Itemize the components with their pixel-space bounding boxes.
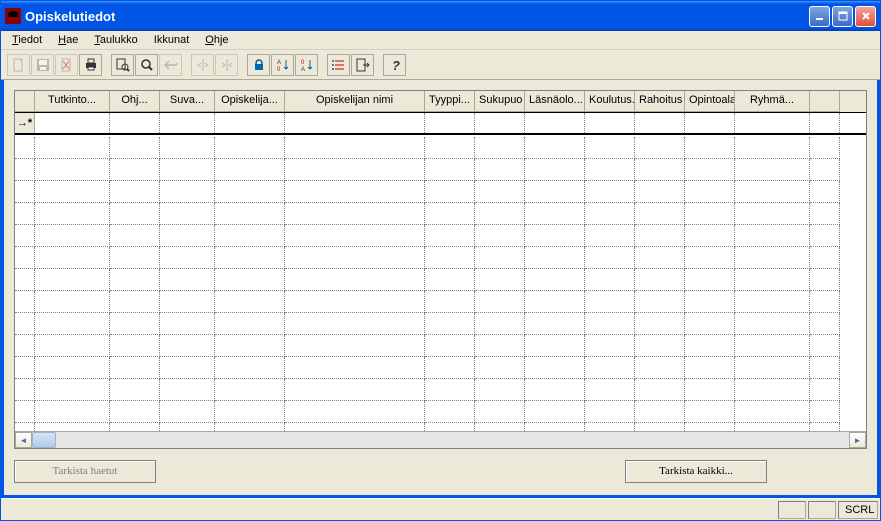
- exit-button[interactable]: [351, 54, 374, 76]
- svg-text:0: 0: [277, 67, 281, 73]
- menu-taulukko[interactable]: Taulukko: [87, 33, 144, 47]
- scroll-track[interactable]: [32, 432, 849, 448]
- edit-cell-6[interactable]: [425, 113, 475, 133]
- menu-ikkunat[interactable]: Ikkunat: [147, 33, 196, 47]
- edit-cell-13[interactable]: [810, 113, 840, 133]
- close-button[interactable]: [855, 6, 876, 27]
- column-header-5[interactable]: Opiskelijan nimi: [285, 91, 425, 112]
- horizontal-scrollbar[interactable]: ◄ ►: [15, 431, 866, 448]
- grid-header: Tutkinto...Ohj...Suva...Opiskelija...Opi…: [15, 91, 866, 113]
- column-header-2[interactable]: Ohj...: [110, 91, 160, 112]
- indent-in-button[interactable]: [215, 54, 238, 76]
- grid-edit-row[interactable]: →*: [15, 113, 866, 135]
- print-button[interactable]: [79, 54, 102, 76]
- column-header-0[interactable]: [15, 91, 35, 112]
- column-header-9[interactable]: Koulutus.: [585, 91, 635, 112]
- menu-bar: TiedotHaeTaulukkoIkkunatOhje: [1, 31, 880, 50]
- edit-cell-4[interactable]: [215, 113, 285, 133]
- lock-button[interactable]: [247, 54, 270, 76]
- grid-empty-rows: [15, 137, 866, 431]
- edit-cell-5[interactable]: [285, 113, 425, 133]
- column-header-8[interactable]: Läsnäolo...: [525, 91, 585, 112]
- edit-cell-12[interactable]: [735, 113, 810, 133]
- scroll-left-button[interactable]: ◄: [15, 432, 32, 448]
- grid-body[interactable]: →*: [15, 113, 866, 431]
- edit-cell-3[interactable]: [160, 113, 215, 133]
- column-header-1[interactable]: Tutkinto...: [35, 91, 110, 112]
- row-marker: →*: [15, 113, 35, 133]
- status-scrl: SCRL: [838, 501, 878, 519]
- column-header-13[interactable]: [810, 91, 840, 112]
- window-controls: [809, 6, 876, 27]
- svg-text:A: A: [277, 60, 281, 66]
- menu-hae[interactable]: Hae: [51, 33, 85, 47]
- column-header-7[interactable]: Sukupuo: [475, 91, 525, 112]
- window-title: Opiskelutiedot: [25, 9, 809, 24]
- minimize-button[interactable]: [809, 6, 830, 27]
- column-header-11[interactable]: Opintoala: [685, 91, 735, 112]
- client-area: Tutkinto...Ohj...Suva...Opiskelija...Opi…: [1, 80, 880, 498]
- delete-button[interactable]: [55, 54, 78, 76]
- data-grid[interactable]: Tutkinto...Ohj...Suva...Opiskelija...Opi…: [14, 90, 867, 449]
- status-cell-2: [808, 501, 836, 519]
- edit-cell-11[interactable]: [685, 113, 735, 133]
- edit-cell-7[interactable]: [475, 113, 525, 133]
- new-button[interactable]: [7, 54, 30, 76]
- scroll-right-button[interactable]: ►: [849, 432, 866, 448]
- scroll-thumb[interactable]: [32, 432, 56, 448]
- app-icon: [5, 8, 21, 24]
- tarkista-kaikki-button[interactable]: Tarkista kaikki...: [625, 460, 767, 483]
- column-header-6[interactable]: Tyyppi...: [425, 91, 475, 112]
- column-header-12[interactable]: Ryhmä...: [735, 91, 810, 112]
- status-bar: SCRL: [1, 498, 880, 520]
- app-window: Opiskelutiedot TiedotHaeTaulukkoIkkunatO…: [0, 0, 881, 521]
- edit-cell-8[interactable]: [525, 113, 585, 133]
- menu-tiedot[interactable]: Tiedot: [5, 33, 49, 47]
- edit-cell-9[interactable]: [585, 113, 635, 133]
- list-button[interactable]: [327, 54, 350, 76]
- sort-desc-button[interactable]: 0A: [295, 54, 318, 76]
- undo-button[interactable]: [159, 54, 182, 76]
- button-row: Tarkista haetut Tarkista kaikki...: [14, 449, 867, 485]
- column-header-10[interactable]: Rahoitus: [635, 91, 685, 112]
- svg-text:A: A: [301, 67, 305, 73]
- save-button[interactable]: [31, 54, 54, 76]
- status-cell-1: [778, 501, 806, 519]
- help-button[interactable]: ?: [383, 54, 406, 76]
- titlebar: Opiskelutiedot: [1, 1, 880, 31]
- toolbar: A0 0A ?: [1, 50, 880, 80]
- edit-cell-10[interactable]: [635, 113, 685, 133]
- preview-button[interactable]: [111, 54, 134, 76]
- svg-text:?: ?: [392, 58, 400, 73]
- edit-cell-2[interactable]: [110, 113, 160, 133]
- column-header-4[interactable]: Opiskelija...: [215, 91, 285, 112]
- column-header-3[interactable]: Suva...: [160, 91, 215, 112]
- indent-out-button[interactable]: [191, 54, 214, 76]
- edit-cell-1[interactable]: [35, 113, 110, 133]
- search-button[interactable]: [135, 54, 158, 76]
- sort-asc-button[interactable]: A0: [271, 54, 294, 76]
- svg-text:0: 0: [301, 60, 305, 66]
- tarkista-haetut-button[interactable]: Tarkista haetut: [14, 460, 156, 483]
- maximize-button[interactable]: [832, 6, 853, 27]
- menu-ohje[interactable]: Ohje: [198, 33, 235, 47]
